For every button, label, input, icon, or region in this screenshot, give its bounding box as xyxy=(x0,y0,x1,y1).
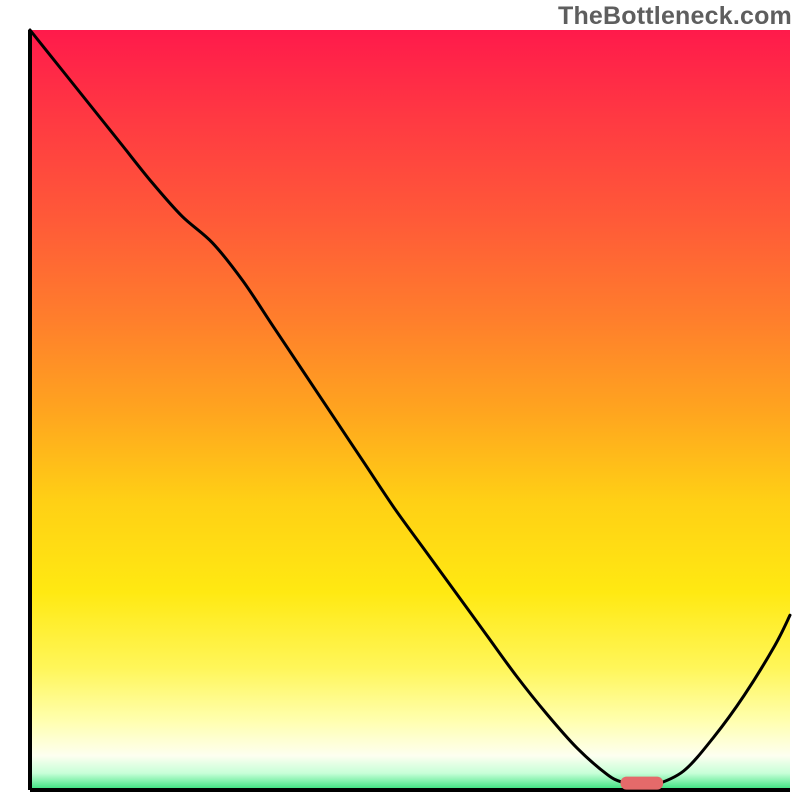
optimal-marker xyxy=(621,777,664,790)
bottleneck-chart xyxy=(0,0,800,800)
chart-container: TheBottleneck.com xyxy=(0,0,800,800)
watermark-text: TheBottleneck.com xyxy=(558,2,792,31)
plot-background xyxy=(30,30,790,790)
